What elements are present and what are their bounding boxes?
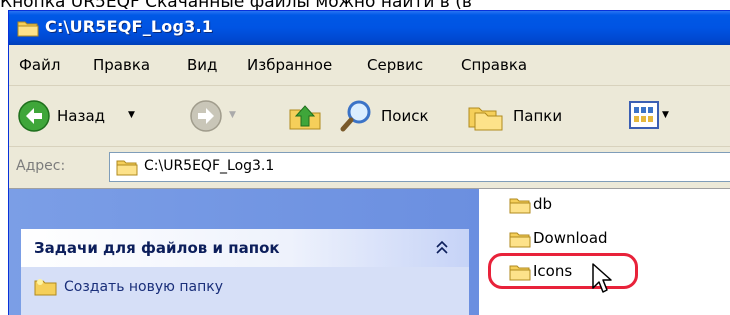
menu-tools[interactable]: Сервис — [367, 56, 423, 74]
address-label: Адрес: — [16, 158, 66, 174]
file-list: db Download Icons — [479, 189, 730, 315]
title-bar[interactable]: C:\UR5EQF_Log3.1 — [9, 11, 730, 45]
menu-help[interactable]: Справка — [461, 56, 527, 74]
menu-view[interactable]: Вид — [187, 56, 217, 74]
folders-label: Папки — [513, 107, 563, 125]
forward-button[interactable]: ▼ — [185, 86, 245, 146]
views-icon — [629, 101, 659, 129]
task-group-header[interactable]: Задачи для файлов и папок — [21, 229, 469, 267]
window-title: C:\UR5EQF_Log3.1 — [45, 17, 214, 36]
task-pane: Задачи для файлов и папок Создать новую … — [9, 189, 479, 315]
folder-icon — [17, 19, 39, 37]
search-button[interactable]: Поиск — [337, 86, 459, 146]
cropped-page-text: Кнопка UR5EQF Скачанные файлы можно найт… — [0, 0, 730, 10]
highlight-ring — [488, 253, 638, 289]
task-group-title: Задачи для файлов и папок — [34, 239, 280, 257]
back-arrow-icon — [18, 100, 50, 132]
new-folder-icon — [34, 279, 57, 296]
toolbar: Назад ▼ ▼ Поиск Папки ▼ — [9, 86, 730, 147]
task-new-folder-label: Создать новую папку — [64, 279, 224, 295]
up-folder-icon — [289, 105, 321, 130]
task-group-body: Создать новую папку — [21, 267, 469, 315]
folder-icon — [116, 160, 138, 176]
collapse-chevron-icon[interactable] — [432, 238, 452, 258]
file-name: db — [533, 195, 553, 213]
chevron-down-icon[interactable]: ▼ — [662, 110, 669, 120]
address-bar: Адрес: C:\UR5EQF_Log3.1 — [9, 147, 730, 187]
search-label: Поиск — [381, 107, 429, 125]
mouse-pointer-icon — [592, 263, 612, 293]
address-field[interactable]: C:\UR5EQF_Log3.1 — [109, 152, 730, 182]
search-icon — [340, 100, 371, 132]
folders-icon — [468, 107, 503, 131]
up-folder-button[interactable] — [287, 86, 325, 146]
forward-arrow-icon — [190, 100, 222, 132]
folder-icon — [509, 232, 531, 248]
views-button[interactable]: ▼ — [629, 86, 689, 146]
cropped-text: Кнопка UR5EQF Скачанные файлы можно найт… — [0, 0, 472, 10]
back-label: Назад — [57, 107, 106, 125]
address-value: C:\UR5EQF_Log3.1 — [144, 158, 275, 174]
file-name: Download — [533, 229, 608, 247]
content-area: Задачи для файлов и папок Создать новую … — [9, 188, 730, 315]
menu-bar: Файл Правка Вид Избранное Сервис Справка — [9, 45, 730, 86]
folder-icon — [509, 198, 531, 214]
back-button[interactable]: Назад ▼ — [13, 86, 163, 146]
menu-favorites[interactable]: Избранное — [247, 56, 332, 74]
chevron-down-icon[interactable]: ▼ — [128, 110, 135, 120]
menu-edit[interactable]: Правка — [93, 56, 150, 74]
chevron-down-icon[interactable]: ▼ — [229, 110, 236, 120]
folders-button[interactable]: Папки — [465, 86, 605, 146]
menu-file[interactable]: Файл — [19, 56, 60, 74]
